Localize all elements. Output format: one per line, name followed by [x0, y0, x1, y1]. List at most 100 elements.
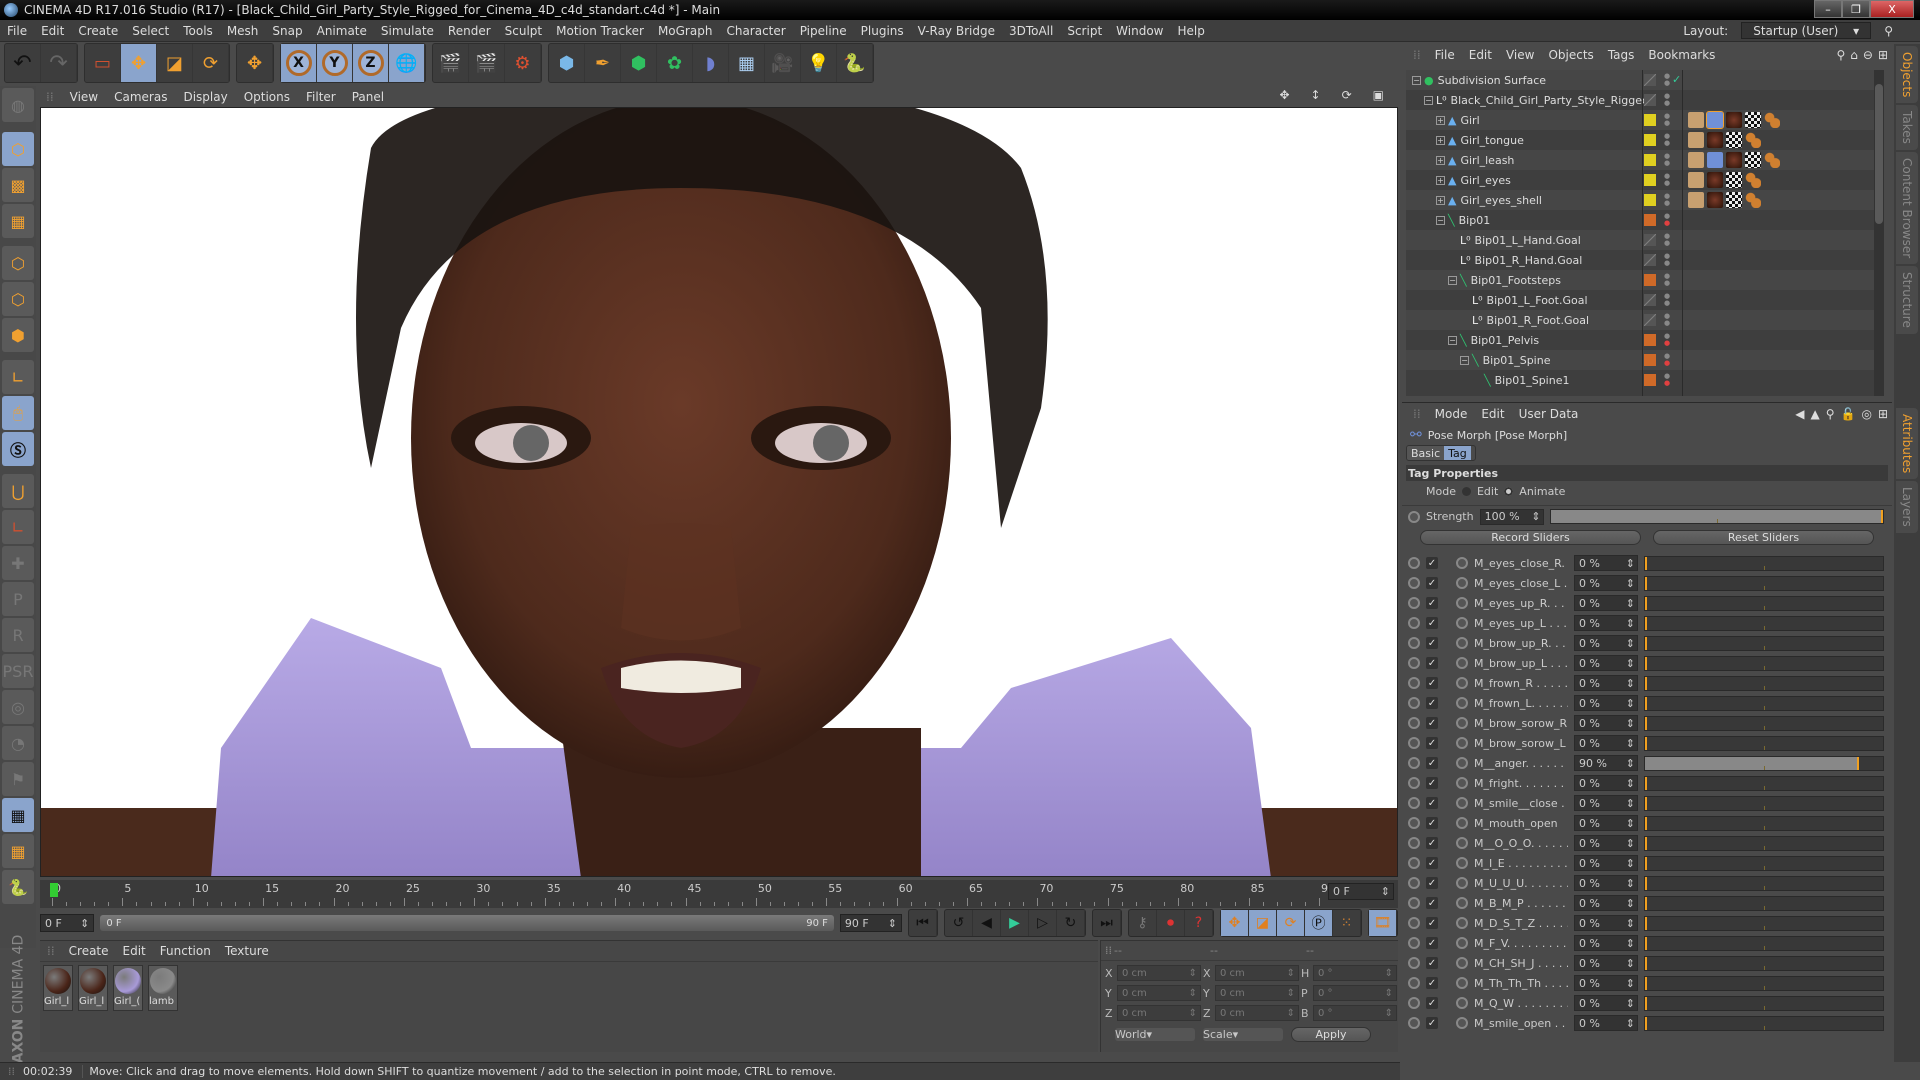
- tab-tag[interactable]: Tag: [1444, 446, 1471, 460]
- morph-slider[interactable]: [1644, 835, 1884, 851]
- pan-icon[interactable]: ✥: [1271, 88, 1297, 102]
- uvw-tag-icon[interactable]: [1726, 192, 1742, 208]
- visibility-dots[interactable]: ● ●: [1664, 233, 1670, 247]
- menu-file[interactable]: File: [0, 24, 34, 38]
- attribute-menu-user-data[interactable]: User Data: [1512, 407, 1586, 421]
- morph-value-field[interactable]: 0 % ⇕: [1574, 835, 1638, 851]
- size-field[interactable]: 0 cm ⇕: [1215, 1005, 1299, 1021]
- menu-create[interactable]: Create: [71, 24, 125, 38]
- viewport-menu-display[interactable]: Display: [175, 90, 235, 104]
- layer-color-swatch[interactable]: [1644, 154, 1656, 166]
- enable-checkbox[interactable]: ✓: [1426, 777, 1438, 789]
- morph-slider[interactable]: [1644, 655, 1884, 671]
- morph-slider-knob[interactable]: [1645, 676, 1647, 690]
- animate-toggle-icon[interactable]: [1408, 877, 1420, 889]
- preview-range-slider[interactable]: 0 F 90 F: [100, 915, 834, 931]
- animate-toggle-icon[interactable]: [1408, 757, 1420, 769]
- enable-checkbox[interactable]: ✓: [1426, 997, 1438, 1009]
- morph-slider[interactable]: [1644, 555, 1884, 571]
- morph-value-field[interactable]: 0 % ⇕: [1574, 715, 1638, 731]
- object-row[interactable]: + ▲ Girl ● ●: [1406, 110, 1884, 130]
- weight-tag-icon[interactable]: [1688, 112, 1704, 128]
- end-frame-field[interactable]: 90 F ⇕: [839, 914, 902, 932]
- viewport-menu-view[interactable]: View: [62, 90, 106, 104]
- collapse-icon[interactable]: −: [1448, 335, 1457, 345]
- enable-checkbox[interactable]: ✓: [1426, 717, 1438, 729]
- morph-slider[interactable]: [1644, 795, 1884, 811]
- morph-slider[interactable]: [1644, 815, 1884, 831]
- strength-knob[interactable]: [1881, 510, 1883, 523]
- morph-slider[interactable]: [1644, 995, 1884, 1011]
- apply-button[interactable]: Apply: [1291, 1027, 1371, 1042]
- morph-slider-knob[interactable]: [1645, 716, 1647, 730]
- size-mode-dropdown[interactable]: Scale▾: [1203, 1028, 1283, 1041]
- x-axis-lock-button[interactable]: X: [281, 44, 317, 82]
- layer-color-swatch[interactable]: [1644, 374, 1656, 386]
- menu-render[interactable]: Render: [441, 24, 498, 38]
- visibility-dots[interactable]: ● ●: [1664, 93, 1670, 107]
- morph-slider-knob[interactable]: [1645, 576, 1647, 590]
- visibility-dots[interactable]: ● ●: [1664, 333, 1670, 347]
- morph-value-field[interactable]: 0 % ⇕: [1574, 955, 1638, 971]
- toggle-view-icon[interactable]: ▣: [1365, 88, 1392, 102]
- point-selection-tag-icon[interactable]: [1745, 192, 1761, 208]
- animate-toggle-icon[interactable]: [1408, 777, 1420, 789]
- visibility-dots[interactable]: ● ●: [1664, 133, 1670, 147]
- animate-toggle-icon[interactable]: [1408, 837, 1420, 849]
- material-tag-icon[interactable]: [1707, 132, 1723, 148]
- keyframe-toggle-icon[interactable]: [1456, 877, 1468, 889]
- layer-color-swatch[interactable]: [1644, 294, 1656, 306]
- scrollbar-thumb[interactable]: [1875, 84, 1883, 224]
- search-icon[interactable]: ⚲: [1877, 24, 1900, 38]
- size-field[interactable]: 0 cm ⇕: [1215, 985, 1299, 1001]
- rotation-channel-button[interactable]: ⟳: [1277, 910, 1305, 936]
- enable-checkbox[interactable]: ✓: [1426, 1017, 1438, 1029]
- search-icon[interactable]: ⚲: [1836, 48, 1845, 62]
- morph-slider-knob[interactable]: [1645, 896, 1647, 910]
- keyframe-toggle-icon[interactable]: [1456, 637, 1468, 649]
- morph-slider[interactable]: [1644, 935, 1884, 951]
- position-field[interactable]: 0 cm ⇕: [1117, 965, 1201, 981]
- render-view-button[interactable]: 🎬: [433, 44, 469, 82]
- menu-help[interactable]: Help: [1170, 24, 1211, 38]
- enable-checkbox[interactable]: ✓: [1426, 617, 1438, 629]
- pose-morph-tag-icon[interactable]: [1706, 111, 1724, 129]
- menu-mesh[interactable]: Mesh: [220, 24, 266, 38]
- visibility-dots[interactable]: ● ●: [1664, 73, 1670, 87]
- morph-slider[interactable]: [1644, 775, 1884, 791]
- animate-toggle-icon[interactable]: [1408, 557, 1420, 569]
- material-menu-edit[interactable]: Edit: [116, 944, 153, 958]
- morph-value-field[interactable]: 0 % ⇕: [1574, 855, 1638, 871]
- menu-sculpt[interactable]: Sculpt: [498, 24, 549, 38]
- uvw-tag-icon[interactable]: [1745, 112, 1761, 128]
- keyframe-toggle-icon[interactable]: [1456, 617, 1468, 629]
- morph-value-field[interactable]: 0 % ⇕: [1574, 655, 1638, 671]
- object-row[interactable]: − ╲ Bip01_Footsteps ● ●: [1406, 270, 1884, 290]
- recent-tool-button[interactable]: ✥: [237, 44, 273, 82]
- material-tag-icon[interactable]: [1726, 152, 1742, 168]
- layer-color-swatch[interactable]: [1644, 94, 1656, 106]
- menu-mograph[interactable]: MoGraph: [651, 24, 720, 38]
- material-swatch[interactable]: Girl_(: [113, 965, 143, 1011]
- lock-workplane-button[interactable]: ▦: [2, 798, 34, 832]
- point-selection-tag-icon[interactable]: [1764, 152, 1780, 168]
- visibility-dots[interactable]: ● ●: [1664, 113, 1670, 127]
- layer-color-swatch[interactable]: [1644, 134, 1656, 146]
- cloner-button[interactable]: ✿: [657, 44, 693, 82]
- morph-slider[interactable]: [1644, 755, 1884, 771]
- menu-character[interactable]: Character: [719, 24, 792, 38]
- morph-value-field[interactable]: 0 % ⇕: [1574, 695, 1638, 711]
- menu-animate[interactable]: Animate: [310, 24, 374, 38]
- enable-checkbox[interactable]: ✓: [1426, 757, 1438, 769]
- enabled-check-icon[interactable]: ✓: [1672, 73, 1681, 86]
- animate-toggle-icon[interactable]: [1408, 577, 1420, 589]
- 3d-viewport[interactable]: [40, 107, 1398, 877]
- object-row[interactable]: L⁰ Bip01_L_Foot.Goal ● ●: [1406, 290, 1884, 310]
- visibility-dots[interactable]: ● ●: [1664, 253, 1670, 267]
- side-tab-takes[interactable]: Takes: [1896, 105, 1918, 151]
- morph-value-field[interactable]: 0 % ⇕: [1574, 975, 1638, 991]
- strength-slider[interactable]: [1549, 509, 1884, 524]
- morph-value-field[interactable]: 0 % ⇕: [1574, 815, 1638, 831]
- layer-color-swatch[interactable]: [1644, 174, 1656, 186]
- rotation-key-button[interactable]: R: [2, 618, 34, 652]
